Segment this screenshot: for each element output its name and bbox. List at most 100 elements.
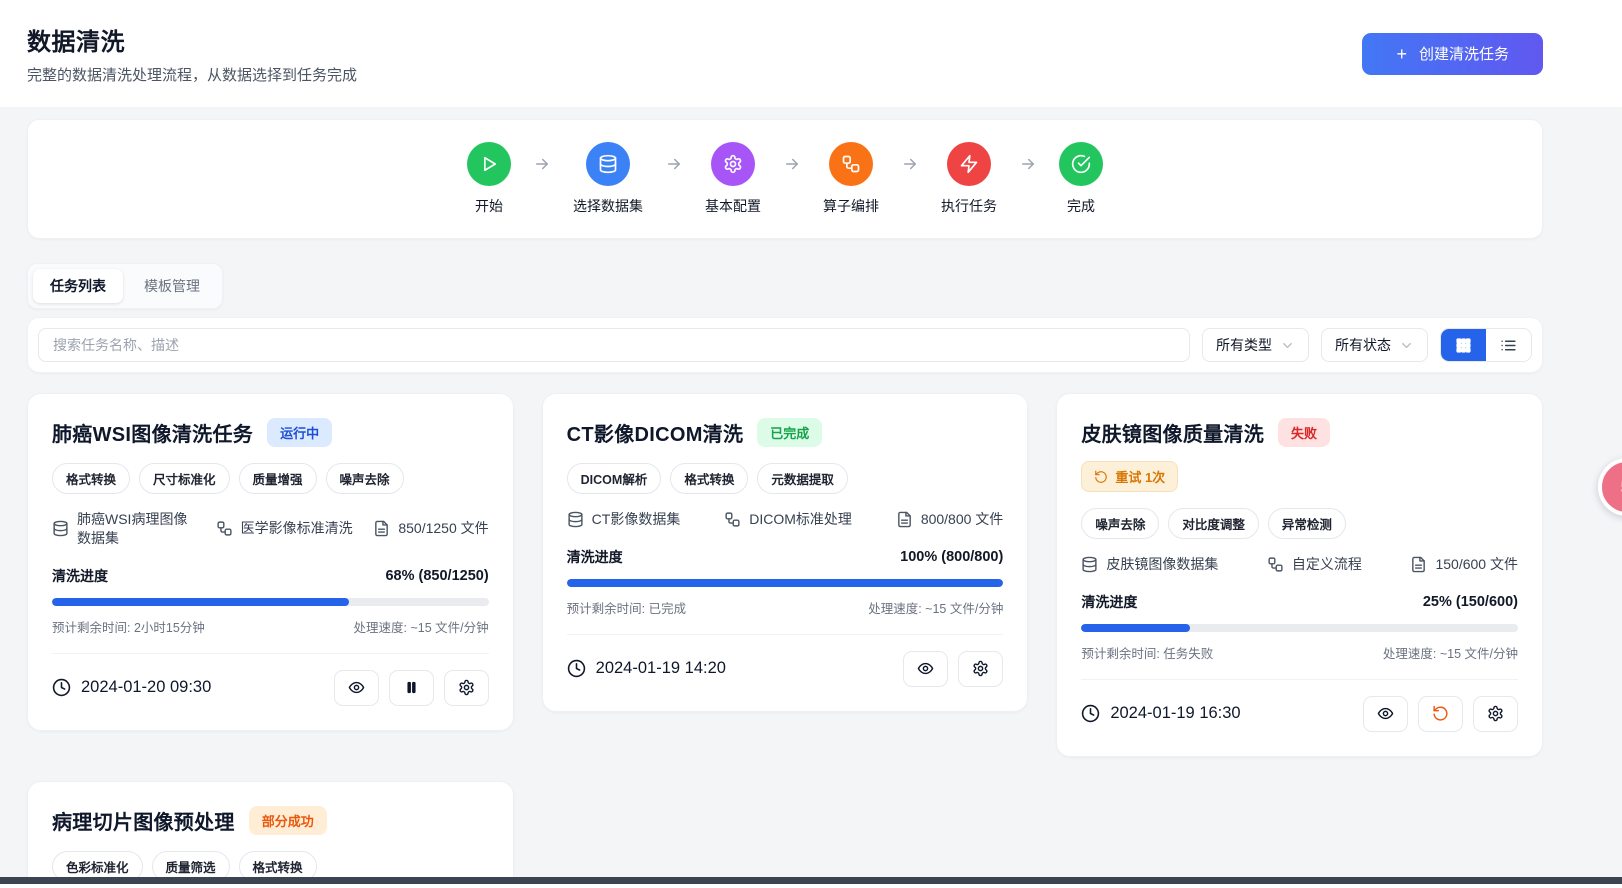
- plus-icon: +: [1396, 45, 1407, 63]
- card-footer: 2024-01-19 16:30: [1081, 679, 1518, 732]
- action-buttons: [1363, 696, 1518, 732]
- settings-button[interactable]: [1473, 696, 1518, 732]
- dataset-meta: CT影像数据集: [567, 510, 681, 529]
- task-meta: 皮肤镜图像数据集 自定义流程 150/600 文件: [1081, 555, 1518, 574]
- status-badge: 失败: [1278, 418, 1330, 447]
- tag-pill: 噪声去除: [326, 463, 404, 494]
- arrow-right-icon: [1019, 155, 1037, 173]
- view-button[interactable]: [1363, 696, 1408, 732]
- task-date: 2024-01-19 14:20: [596, 659, 726, 678]
- view-mode-toggle: [1440, 328, 1532, 362]
- step-label: 执行任务: [941, 196, 997, 216]
- zap-icon: [947, 142, 991, 186]
- workflow-stepper: 开始 选择数据集 基本配置 算子编排 执行任务 完成: [467, 142, 1103, 216]
- tab-template-management[interactable]: 模板管理: [127, 269, 217, 303]
- eye-icon: [917, 660, 934, 677]
- tag-pill: 格式转换: [52, 463, 130, 494]
- view-button[interactable]: [334, 670, 379, 706]
- search-input[interactable]: [38, 328, 1190, 362]
- list-view-button[interactable]: [1486, 329, 1531, 361]
- dataset-name: CT影像数据集: [592, 510, 681, 529]
- progress-value: 68% (850/1250): [385, 568, 488, 584]
- tag-list: DICOM解析格式转换元数据提取: [567, 463, 1004, 494]
- step-label: 完成: [1067, 196, 1095, 216]
- template-name: DICOM标准处理: [749, 510, 852, 529]
- progress-value: 100% (800/800): [900, 549, 1003, 565]
- gear-icon: [711, 142, 755, 186]
- tag-pill: DICOM解析: [567, 463, 662, 494]
- settings-button[interactable]: [444, 670, 489, 706]
- bottom-sliver: [0, 884, 1622, 888]
- progress-fill: [567, 579, 1004, 587]
- step-label: 开始: [475, 196, 503, 216]
- type-filter-value: 所有类型: [1216, 335, 1272, 355]
- check-circle-icon: [1059, 142, 1103, 186]
- grid-view-button[interactable]: [1441, 329, 1486, 361]
- dataset-meta: 肺癌WSI病理图像数据集: [52, 510, 195, 548]
- arrow-right-icon: [665, 155, 683, 173]
- files-meta: 150/600 文件: [1410, 555, 1518, 574]
- pause-button[interactable]: [389, 670, 434, 706]
- eye-icon: [1377, 705, 1394, 722]
- progress-bar: [567, 579, 1004, 587]
- step-label: 基本配置: [705, 196, 761, 216]
- filter-toolbar: 所有类型 所有状态: [27, 317, 1543, 373]
- view-button[interactable]: [903, 651, 948, 687]
- status-filter-value: 所有状态: [1335, 335, 1391, 355]
- dataset-name: 肺癌WSI病理图像数据集: [77, 510, 195, 548]
- gear-icon: [458, 679, 475, 696]
- arrow-right-icon: [533, 155, 551, 173]
- processing-speed: 处理速度: ~15 文件/分钟: [354, 617, 489, 636]
- create-task-button-label: 创建清洗任务: [1419, 43, 1509, 64]
- create-task-button[interactable]: + 创建清洗任务: [1362, 33, 1543, 75]
- pause-icon: [404, 680, 419, 695]
- task-meta: 肺癌WSI病理图像数据集 医学影像标准清洗 850/1250 文件: [52, 510, 489, 548]
- progress-sub-row: 预计剩余时间: 任务失败 处理速度: ~15 文件/分钟: [1081, 643, 1518, 662]
- eye-icon: [348, 679, 365, 696]
- file-count: 150/600 文件: [1435, 555, 1518, 574]
- tab-task-list[interactable]: 任务列表: [33, 269, 123, 303]
- action-buttons: [903, 651, 1003, 687]
- workflow-step: 执行任务: [941, 142, 997, 216]
- task-card: 皮肤镜图像质量清洗 失败 重试 1次 噪声去除对比度调整异常检测 皮肤镜图像数据…: [1056, 393, 1543, 757]
- tag-pill: 对比度调整: [1168, 508, 1259, 539]
- task-title: 病理切片图像预处理: [52, 806, 235, 835]
- workflow-icon: [1267, 556, 1284, 573]
- progress-header: 清洗进度 25% (150/600): [1081, 592, 1518, 612]
- tag-pill: 格式转换: [670, 463, 748, 494]
- database-icon: [586, 142, 630, 186]
- retry-badge-label: 重试 1次: [1115, 467, 1165, 486]
- workflow-step: 基本配置: [705, 142, 761, 216]
- retry-icon: [1094, 470, 1108, 484]
- task-date: 2024-01-20 09:30: [81, 678, 211, 697]
- view-tabs: 任务列表 模板管理: [27, 263, 223, 309]
- workflow-step: 完成: [1059, 142, 1103, 216]
- progress-fill: [1081, 624, 1190, 632]
- tag-pill: 异常检测: [1268, 508, 1346, 539]
- template-meta: 医学影像标准清洗: [216, 519, 353, 538]
- task-card-grid: 肺癌WSI图像清洗任务 运行中 格式转换尺寸标准化质量增强噪声去除 肺癌WSI病…: [27, 393, 1543, 888]
- clock-icon: [567, 659, 586, 678]
- progress-header: 清洗进度 100% (800/800): [567, 547, 1004, 567]
- file-icon: [896, 511, 913, 528]
- dataset-meta: 皮肤镜图像数据集: [1081, 555, 1218, 574]
- step-label: 算子编排: [823, 196, 879, 216]
- status-filter-dropdown[interactable]: 所有状态: [1321, 328, 1428, 362]
- dataset-name: 皮肤镜图像数据集: [1106, 555, 1218, 574]
- page-header: 数据清洗 完整的数据清洗处理流程，从数据选择到任务完成 + 创建清洗任务: [0, 0, 1622, 107]
- retry-button[interactable]: [1418, 696, 1463, 732]
- step-label: 选择数据集: [573, 196, 643, 216]
- clock-icon: [52, 678, 71, 697]
- settings-button[interactable]: [958, 651, 1003, 687]
- status-badge: 已完成: [757, 418, 822, 447]
- task-date-row: 2024-01-20 09:30: [52, 678, 211, 697]
- status-badge: 部分成功: [249, 806, 327, 835]
- retry-icon: [1432, 705, 1449, 722]
- task-card: CT影像DICOM清洗 已完成 DICOM解析格式转换元数据提取 CT影像数据集…: [542, 393, 1029, 712]
- progress-label: 清洗进度: [52, 566, 108, 586]
- processing-speed: 处理速度: ~15 文件/分钟: [1383, 643, 1518, 662]
- tag-pill: 尺寸标准化: [139, 463, 230, 494]
- remaining-time: 预计剩余时间: 2小时15分钟: [52, 617, 205, 636]
- type-filter-dropdown[interactable]: 所有类型: [1202, 328, 1309, 362]
- task-title: 皮肤镜图像质量清洗: [1081, 418, 1264, 447]
